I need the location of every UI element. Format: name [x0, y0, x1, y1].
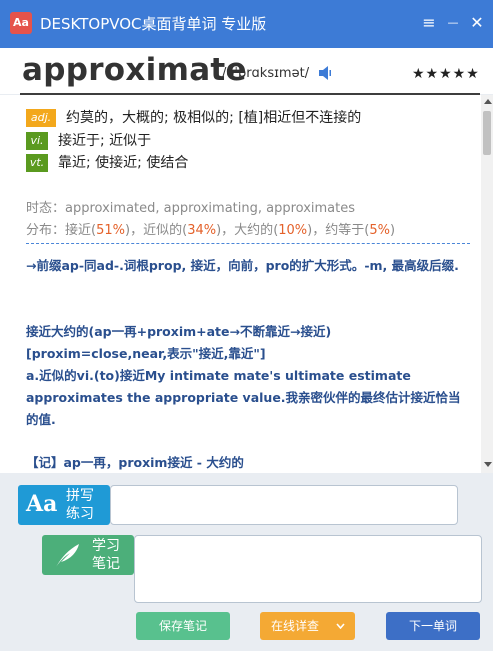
- app-logo-icon: Aa: [10, 12, 32, 34]
- memory-note: 接近大约的(ap一再+proxim+ate→不断靠近→接近): [26, 324, 332, 339]
- distribution-line: 分布：接近(51%)，近似的(34%)，大约的(10%)，约等于(5%): [26, 223, 396, 238]
- spell-label: 拼写 练习: [66, 487, 94, 523]
- distribution-pct: 5%: [369, 223, 390, 238]
- distribution-name: 大约的: [234, 223, 274, 238]
- distribution-pct: 34%: [187, 223, 217, 238]
- etymology-note: →前缀ap-同ad-.词根prop, 接近，向前，pro的扩大形式。-m, 最高…: [26, 258, 459, 273]
- definition-panel[interactable]: adj. 约莫的，大概的; 极相似的; [植]相近但不连接的 vi. 接近于; 近似…: [0, 95, 481, 473]
- definition-text: 约莫的，大概的; 极相似的; [植]相近但不连接的: [66, 110, 362, 126]
- title-bar: Aa DESKTOPVOC桌面背单词 专业版 ≡ — ✕: [0, 0, 493, 48]
- scroll-thumb[interactable]: [483, 111, 491, 155]
- pos-badge: adj.: [26, 109, 56, 127]
- distribution-pct: 51%: [96, 223, 126, 238]
- root-note: [proxim=close,near,表示"接近,靠近"]: [26, 346, 266, 361]
- example-note: a.近似的vi.(to)接近My intimate mate's ultimat…: [26, 368, 461, 427]
- mnemonic-note: 【记】ap一再，proxim接近 - 大约的: [26, 455, 244, 470]
- tense-line: 时态：approximated, approximating, approxim…: [26, 197, 355, 216]
- phonetic: /əˈprɑksɪmət/: [222, 66, 310, 81]
- word-header: approximate /əˈprɑksɪmət/ ★★★★★: [0, 48, 493, 94]
- menu-icon[interactable]: ≡: [420, 13, 438, 33]
- definition-text: 接近于; 近似于: [58, 133, 152, 149]
- next-word-button[interactable]: 下一单词: [386, 612, 480, 640]
- definition-text: 靠近; 使接近; 使结合: [58, 155, 189, 171]
- dashed-divider: [26, 243, 470, 244]
- app-title: DESKTOPVOC桌面背单词 专业版: [40, 15, 267, 33]
- tense-forms: approximated, approximating, approximate…: [65, 201, 356, 216]
- spell-input[interactable]: [110, 485, 458, 525]
- study-notes-textarea[interactable]: [134, 535, 482, 603]
- scroll-up-arrow-icon[interactable]: [484, 99, 492, 104]
- close-icon[interactable]: ✕: [468, 13, 486, 33]
- scroll-down-arrow-icon[interactable]: [484, 462, 492, 467]
- spell-practice-badge: Aa 拼写 练习: [18, 485, 110, 525]
- speaker-icon[interactable]: [318, 65, 332, 81]
- distribution-name: 接近: [65, 223, 92, 238]
- minimize-icon[interactable]: —: [444, 13, 462, 33]
- chevron-down-icon[interactable]: [336, 623, 345, 629]
- study-label-line2: 笔记: [92, 556, 120, 572]
- study-notes-badge: 学习 笔记: [42, 535, 134, 575]
- rating-stars: ★★★★★: [412, 66, 480, 82]
- distribution-name: 约等于: [325, 223, 365, 238]
- distribution-pct: 10%: [278, 223, 308, 238]
- spell-label-line1: 拼写: [66, 488, 94, 504]
- pos-badge: vt.: [26, 154, 48, 172]
- headword: approximate: [22, 52, 247, 88]
- definition-row: vi. 接近于; 近似于: [26, 130, 151, 150]
- spell-aa-icon: Aa: [26, 491, 58, 517]
- definition-row: adj. 约莫的，大概的; 极相似的; [植]相近但不连接的: [26, 107, 361, 127]
- save-notes-button[interactable]: 保存笔记: [136, 612, 230, 640]
- online-lookup-button[interactable]: 在线详查: [260, 612, 355, 640]
- distribution-label: 分布：: [26, 223, 66, 238]
- feather-icon: [56, 544, 79, 567]
- tense-label: 时态：: [26, 201, 66, 216]
- spell-label-line2: 练习: [66, 506, 94, 522]
- distribution-name: 近似的: [143, 223, 183, 238]
- scrollbar[interactable]: [481, 95, 493, 473]
- study-label-line1: 学习: [92, 538, 120, 554]
- pos-badge: vi.: [26, 132, 48, 150]
- study-label: 学习 笔记: [92, 537, 120, 573]
- definition-row: vt. 靠近; 使接近; 使结合: [26, 152, 188, 172]
- online-lookup-label: 在线详查: [271, 619, 320, 633]
